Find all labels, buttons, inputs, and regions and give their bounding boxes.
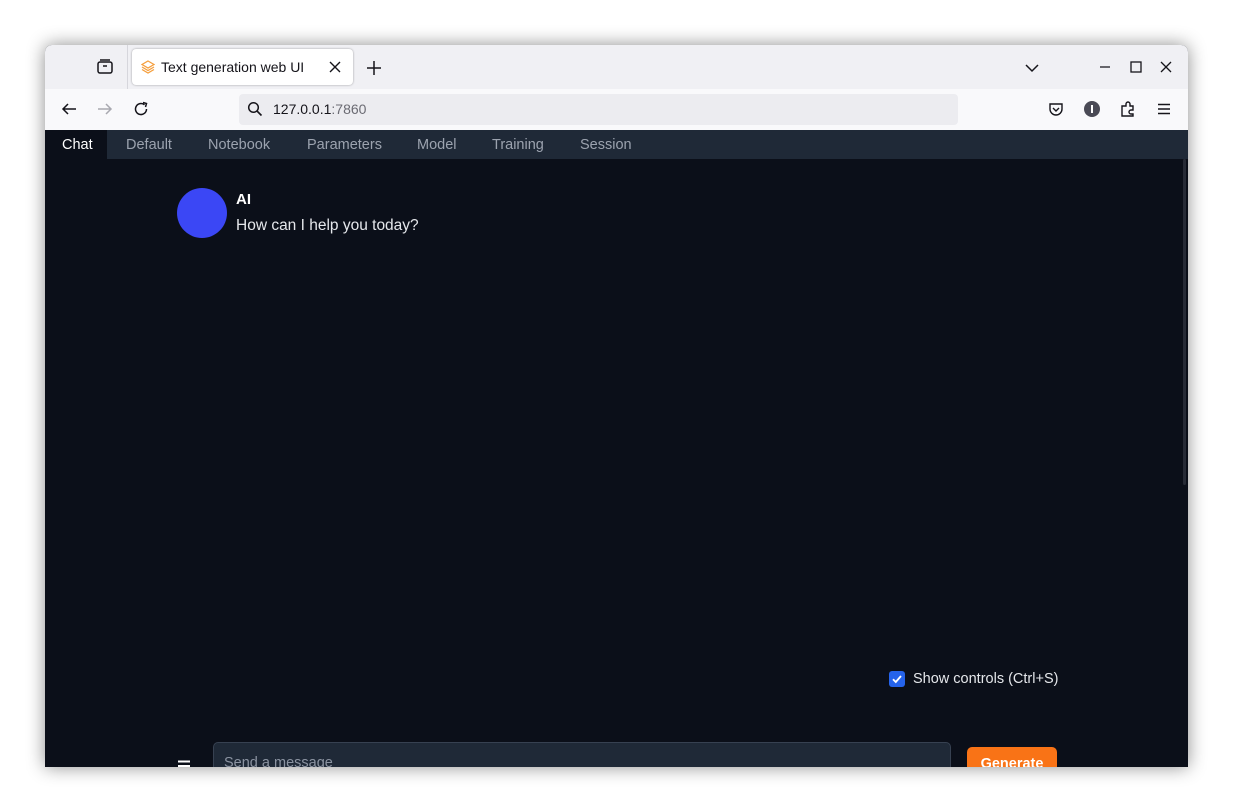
reload-icon[interactable] [132,100,150,118]
chevron-down-icon[interactable] [1023,59,1041,77]
browser-tab[interactable]: Text generation web UI [132,49,353,85]
tab-default[interactable]: Default [126,130,172,159]
chat-area: AI How can I help you today? Show contro… [45,159,1188,767]
pocket-icon[interactable] [1047,100,1065,118]
tab-title: Text generation web UI [161,59,305,75]
tab-strip: Text generation web UI [45,45,1188,89]
tab-chat[interactable]: Chat [45,130,107,159]
favicon-icon [140,60,156,74]
menu-icon[interactable] [177,759,191,767]
show-controls-checkbox[interactable] [889,671,905,687]
hamburger-menu-icon[interactable] [1155,100,1173,118]
navigation-bar: 127.0.0.1:7860 [45,89,1188,131]
generate-button[interactable]: Generate [967,747,1057,767]
maximize-icon[interactable] [1129,60,1143,74]
tab-training[interactable]: Training [492,130,544,159]
url-text: 127.0.0.1:7860 [273,101,366,117]
tabs-icon[interactable] [95,57,115,77]
window-close-icon[interactable] [1159,60,1173,74]
extensions-icon[interactable] [1119,100,1137,118]
scrollbar[interactable] [1183,159,1186,485]
back-arrow-icon[interactable] [60,100,78,118]
address-bar[interactable]: 127.0.0.1:7860 [239,94,958,125]
tab-model[interactable]: Model [417,130,457,159]
checkmark-icon [892,675,902,684]
minimize-icon[interactable] [1098,60,1112,74]
message-text: How can I help you today? [236,217,419,234]
url-port: :7860 [331,101,367,117]
message-sender: AI [236,191,251,208]
tab-strip-divider [127,45,128,89]
show-controls-label: Show controls (Ctrl+S) [913,671,1059,687]
browser-window: Text generation web UI 127.0.0.1:7860 Ch… [45,45,1188,767]
search-icon [247,101,263,117]
account-icon[interactable] [1083,100,1101,118]
url-host: 127.0.0.1 [273,101,332,117]
plus-icon[interactable] [365,59,383,77]
close-icon[interactable] [328,60,342,74]
forward-arrow-icon[interactable] [96,100,114,118]
app-tab-bar: Chat Default Notebook Parameters Model T… [45,130,1188,159]
avatar [177,188,227,238]
tab-session[interactable]: Session [580,130,632,159]
tab-parameters[interactable]: Parameters [307,130,382,159]
tab-notebook[interactable]: Notebook [208,130,270,159]
message-input[interactable] [213,742,951,767]
